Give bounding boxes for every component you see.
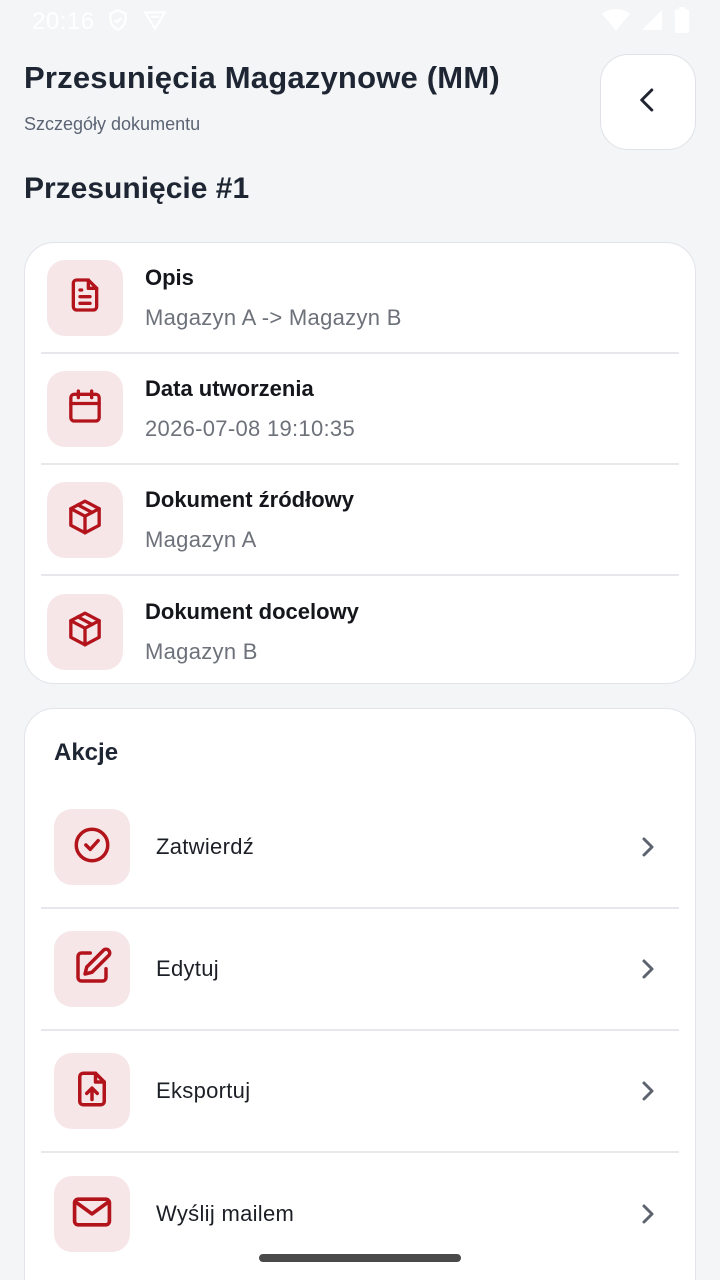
mail-icon — [70, 1190, 114, 1239]
detail-value: 2026-07-08 19:10:35 — [145, 415, 355, 441]
action-approve[interactable]: Zatwierdź — [41, 787, 679, 909]
header: Przesunięcia Magazynowe (MM) Szczegóły d… — [24, 60, 584, 135]
status-time: 20:16 — [32, 8, 95, 35]
detail-text: Dokument docelowy Magazyn B — [145, 599, 359, 665]
check-circle-icon — [71, 824, 113, 871]
mail-icon-box — [54, 1176, 130, 1252]
status-right — [602, 6, 690, 38]
file-upload-icon-box — [54, 1053, 130, 1129]
page-title: Przesunięcia Magazynowe (MM) — [24, 60, 500, 95]
action-label: Zatwierdź — [156, 834, 255, 859]
actions-card: Akcje Zatwierdź Edytuj Eksportuj Wyślij … — [24, 708, 696, 1280]
status-left: 20:16 — [32, 7, 169, 38]
detail-value: Magazyn A — [145, 526, 257, 552]
home-indicator[interactable] — [259, 1254, 461, 1262]
detail-text: Data utworzenia 2026-07-08 19:10:35 — [145, 376, 355, 442]
shield-icon — [105, 7, 131, 38]
edit-icon-box — [54, 931, 130, 1007]
status-bar: 20:16 — [0, 0, 720, 44]
calendar-icon-box — [47, 370, 123, 447]
chevron-left-icon — [633, 85, 663, 120]
detail-text: Dokument źródłowy Magazyn A — [145, 487, 354, 553]
chevron-right-icon — [635, 1079, 659, 1103]
back-button[interactable] — [600, 54, 696, 150]
action-edit[interactable]: Edytuj — [41, 909, 679, 1031]
package-icon-box — [47, 481, 123, 558]
detail-value: Magazyn A -> Magazyn B — [145, 304, 402, 330]
edit-icon — [71, 946, 113, 993]
document-icon — [65, 275, 105, 320]
signal-icon — [640, 8, 664, 37]
chevron-right-icon — [635, 1202, 659, 1226]
detail-label: Data utworzenia — [145, 375, 314, 401]
action-label: Wyślij mailem — [156, 1201, 295, 1226]
calendar-icon — [65, 386, 105, 431]
package-icon — [65, 497, 105, 542]
battery-icon — [674, 6, 690, 38]
actions-title: Akcje — [54, 739, 119, 766]
detail-label: Opis — [145, 264, 194, 290]
detail-label: Dokument docelowy — [145, 598, 359, 624]
package-icon-box — [47, 593, 123, 670]
document-title: Przesunięcie #1 — [24, 172, 250, 205]
detail-label: Dokument źródłowy — [145, 486, 355, 512]
vpn-icon — [141, 7, 169, 38]
package-icon — [65, 609, 105, 654]
action-label: Edytuj — [156, 956, 219, 981]
wifi-icon — [602, 8, 630, 37]
detail-text: Opis Magazyn A -> Magazyn B — [145, 265, 402, 331]
detail-row-source: Dokument źródłowy Magazyn A — [41, 465, 679, 576]
check-circle-icon-box — [54, 809, 130, 885]
document-details-card: Opis Magazyn A -> Magazyn B Data utworze… — [24, 242, 696, 684]
detail-row-target: Dokument docelowy Magazyn B — [41, 576, 679, 687]
document-icon-box — [47, 259, 123, 336]
action-label: Eksportuj — [156, 1078, 251, 1103]
chevron-right-icon — [635, 835, 659, 859]
detail-row-description: Opis Magazyn A -> Magazyn B — [41, 243, 679, 354]
file-upload-icon — [71, 1068, 113, 1115]
detail-row-created: Data utworzenia 2026-07-08 19:10:35 — [41, 354, 679, 465]
page-subtitle: Szczegóły dokumentu — [24, 114, 201, 134]
chevron-right-icon — [635, 957, 659, 981]
detail-value: Magazyn B — [145, 638, 258, 664]
action-export[interactable]: Eksportuj — [41, 1031, 679, 1153]
